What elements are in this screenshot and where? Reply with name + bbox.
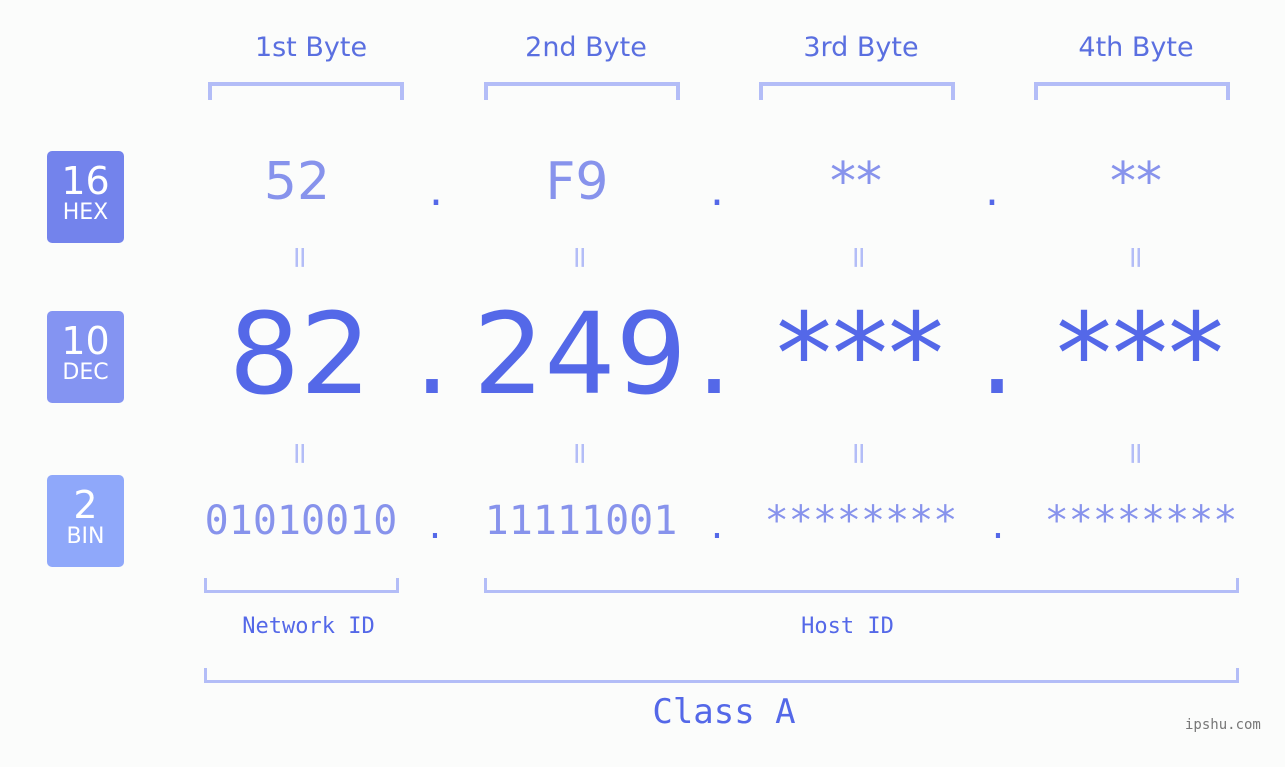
network-id-bracket [204, 578, 399, 593]
bin-badge-base: 2 [73, 483, 98, 527]
byte-bracket-4 [1034, 82, 1230, 100]
hex-dot-1: . [429, 165, 443, 216]
bin-badge: 2 BIN [47, 475, 124, 567]
bin-badge-label: BIN [66, 524, 105, 549]
dec-dot-2: . [696, 290, 732, 420]
byte-bracket-1 [208, 82, 404, 100]
equals-icon: = [841, 440, 877, 467]
dec-badge: 10 DEC [47, 311, 124, 403]
equals-icon: = [1118, 244, 1154, 271]
hex-byte-1: 52 [263, 152, 331, 212]
hex-dot-3: . [985, 165, 999, 216]
hex-dot-2: . [710, 165, 724, 216]
equals-icon: = [282, 244, 318, 271]
host-id-label: Host ID [801, 614, 894, 639]
hex-byte-2: F9 [545, 152, 609, 212]
bin-dot-1: . [428, 502, 442, 548]
class-label: Class A [652, 692, 796, 732]
equals-icon: = [562, 244, 598, 271]
bin-byte-4: ******** [1044, 498, 1238, 544]
dec-byte-4: *** [1056, 290, 1224, 420]
equals-icon: = [1118, 440, 1154, 467]
equals-icon: = [562, 440, 598, 467]
dec-badge-label: DEC [62, 360, 109, 385]
byte-label-2: 2nd Byte [525, 32, 647, 63]
bin-byte-2: 11111001 [484, 498, 678, 544]
class-bracket [204, 668, 1239, 683]
byte-label-1: 1st Byte [254, 32, 368, 63]
equals-icon: = [282, 440, 318, 467]
host-id-bracket [484, 578, 1239, 593]
hex-byte-3: ** [830, 152, 882, 212]
network-id-label: Network ID [242, 614, 375, 639]
hex-byte-4: ** [1110, 152, 1162, 212]
dec-dot-1: . [414, 290, 450, 420]
equals-icon: = [841, 244, 877, 271]
bin-dot-3: . [991, 502, 1005, 548]
byte-label-3: 3rd Byte [803, 32, 919, 63]
dec-badge-base: 10 [61, 319, 110, 363]
bin-dot-2: . [710, 502, 724, 548]
hex-badge-base: 16 [61, 159, 110, 203]
byte-bracket-3 [759, 82, 955, 100]
watermark: ipshu.com [1185, 717, 1261, 733]
hex-badge-label: HEX [62, 200, 109, 225]
dec-byte-1: 82 [228, 290, 372, 420]
bin-byte-3: ******** [764, 498, 958, 544]
dec-byte-3: *** [776, 290, 944, 420]
byte-label-4: 4th Byte [1078, 32, 1194, 63]
hex-badge: 16 HEX [47, 151, 124, 243]
bin-byte-1: 01010010 [204, 498, 398, 544]
byte-bracket-2 [484, 82, 680, 100]
dec-byte-2: 249 [473, 290, 687, 420]
dec-dot-3: . [979, 290, 1015, 420]
